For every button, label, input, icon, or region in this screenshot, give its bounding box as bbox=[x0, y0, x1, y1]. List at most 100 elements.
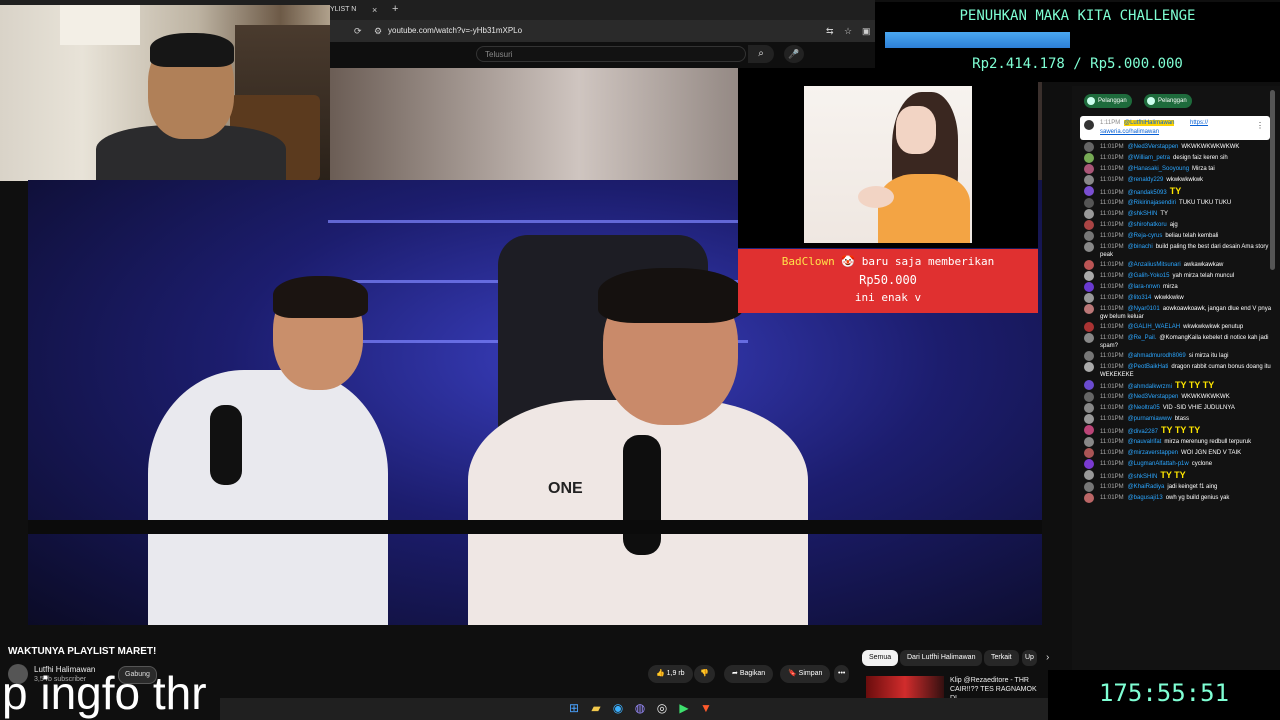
chat-message[interactable]: 11:01PM @lito314 wkwkkwkw bbox=[1072, 293, 1280, 304]
chat-username[interactable]: @Ned3Verstappen bbox=[1128, 394, 1179, 400]
chat-username[interactable]: @diva2287 bbox=[1128, 429, 1158, 435]
like-button[interactable]: 👍 1,9 rb bbox=[648, 665, 693, 683]
chat-username[interactable]: @GALIH_WAELAH bbox=[1128, 324, 1181, 330]
chat-message[interactable]: 11:01PM @William_petra design faiz keren s… bbox=[1072, 153, 1280, 164]
chat-message[interactable]: 11:01PM @Nyar0101 aowkoawkoawk, jangan dlu… bbox=[1072, 304, 1280, 322]
bookmark-star-icon[interactable]: ☆ bbox=[844, 24, 852, 38]
chat-username[interactable]: @William_petra bbox=[1128, 155, 1170, 161]
chat-username[interactable]: @shirohatkoru bbox=[1128, 222, 1167, 228]
chat-username[interactable]: @Ned3Verstappen bbox=[1128, 144, 1179, 150]
chat-time: 11:01PM bbox=[1100, 190, 1124, 196]
translate-icon[interactable]: ⇆ bbox=[826, 24, 834, 38]
filter-chip-channel[interactable]: Dari Lutfhi Halimawan bbox=[900, 650, 983, 666]
chat-message[interactable]: 11:01PM @Ned3Verstappen WKWKWKWKWK bbox=[1072, 392, 1280, 403]
search-icon[interactable]: ⌕ bbox=[748, 45, 774, 63]
chat-username[interactable]: @nandak5093 bbox=[1128, 190, 1167, 196]
chat-username[interactable]: @LugmanAlfattah-p1w bbox=[1128, 461, 1189, 467]
chat-username[interactable]: @Neoltra05 bbox=[1128, 405, 1160, 411]
chat-username[interactable]: @bagusaji13 bbox=[1128, 495, 1163, 501]
chat-username[interactable]: @Galih-Yoko15 bbox=[1128, 273, 1170, 279]
chat-message[interactable]: 11:01PM @purnamiawww btass bbox=[1072, 414, 1280, 425]
more-vert-icon[interactable]: ⋮ bbox=[1256, 121, 1264, 130]
chat-username[interactable]: @ahmadmurodh8069 bbox=[1128, 353, 1186, 359]
obs-icon[interactable]: ◎ bbox=[654, 700, 670, 716]
chat-message[interactable]: 11:01PM @bagusaji13 owh yg build genius ya… bbox=[1072, 493, 1280, 504]
chat-message[interactable]: 11:01PM @diva2287 TY TY TY bbox=[1072, 425, 1280, 437]
windows-start-icon[interactable]: ⊞ bbox=[566, 700, 582, 716]
chat-message[interactable]: 11:01PM @shkSHIN TY bbox=[1072, 209, 1280, 220]
chat-message[interactable]: 11:01PM @nandak5093 TY bbox=[1072, 186, 1280, 198]
chat-message[interactable]: 11:01PM @Neoltra05 VID -SID VHIE JUDULNYA bbox=[1072, 403, 1280, 414]
url-text[interactable]: youtube.com/watch?v=-yHb31mXPLo bbox=[388, 24, 522, 38]
chat-message[interactable]: 11:01PM @GALIH_WAELAH wkwkwkwkwk penutup bbox=[1072, 322, 1280, 333]
chat-username[interactable]: @Rikirinajasendiri bbox=[1128, 200, 1176, 206]
site-info-icon[interactable]: ⚙ bbox=[374, 24, 382, 38]
filter-chip-related[interactable]: Terkait bbox=[984, 650, 1019, 666]
chat-filter-chip[interactable]: Pelanggan bbox=[1144, 94, 1192, 108]
reload-icon[interactable]: ⟳ bbox=[354, 24, 362, 38]
chat-username[interactable]: @Reja-cyrus bbox=[1128, 233, 1163, 239]
chat-message[interactable]: 11:01PM @shkSHIN TY TY bbox=[1072, 470, 1280, 482]
edge-icon[interactable]: ◉ bbox=[610, 700, 626, 716]
chat-message[interactable]: 11:01PM @Reja-cyrus beliau telah kembali bbox=[1072, 231, 1280, 242]
chat-message[interactable]: 11:01PM @ahmdalkwrzmi TY TY TY bbox=[1072, 380, 1280, 392]
chat-message[interactable]: 11:01PM @mirzaverstappen WOI JGN END V TAI… bbox=[1072, 448, 1280, 459]
chat-username[interactable]: @Re_Pail. bbox=[1128, 335, 1157, 341]
app-icon[interactable]: ▶ bbox=[676, 700, 692, 716]
chat-username[interactable]: @renaldy229 bbox=[1128, 177, 1164, 183]
save-button[interactable]: 🔖 Simpan bbox=[780, 665, 831, 683]
chat-username[interactable]: @KhaiRadiya bbox=[1128, 484, 1165, 490]
filter-chip-upload[interactable]: Up bbox=[1022, 650, 1037, 666]
chat-message[interactable]: 11:01PM @AnzaliusMitsunari awkawkawkaw bbox=[1072, 260, 1280, 271]
chat-username[interactable]: @binachi bbox=[1128, 244, 1153, 250]
chat-message[interactable]: 11:01PM @KhaiRadiya jadi keinget f1 aing bbox=[1072, 482, 1280, 493]
chat-message[interactable]: 11:01PM @Rikirinajasendiri TUKU TUKU TUKU bbox=[1072, 198, 1280, 209]
chat-username[interactable]: @lara-nnwn bbox=[1128, 284, 1160, 290]
chat-message[interactable]: 11:01PM @nauvalrifat mirza merenung redbul… bbox=[1072, 437, 1280, 448]
extensions-icon[interactable]: ▣ bbox=[862, 24, 871, 38]
pinned-link[interactable]: https:// bbox=[1190, 120, 1208, 126]
dislike-button[interactable]: 👎 bbox=[694, 665, 715, 683]
recommended-thumbnail[interactable] bbox=[866, 676, 944, 698]
chat-message[interactable]: 11:01PM @renaldy229 wkwkwkwkwk bbox=[1072, 175, 1280, 186]
more-actions-button[interactable]: ••• bbox=[834, 665, 850, 683]
chat-username[interactable]: @Nyar0101 bbox=[1128, 306, 1160, 312]
chat-username[interactable]: @AnzaliusMitsunari bbox=[1128, 262, 1181, 268]
chat-message[interactable]: 11:01PM @PeotBaikHati dragon rabbit cuman … bbox=[1072, 362, 1280, 380]
mic-icon[interactable]: 🎤 bbox=[784, 45, 804, 63]
chat-message[interactable]: 11:01PM @Hanasaki_Sooyoung Mirza tai bbox=[1072, 164, 1280, 175]
chat-username[interactable]: @nauvalrifat bbox=[1128, 439, 1162, 445]
chat-username[interactable]: @Hanasaki_Sooyoung bbox=[1128, 166, 1189, 172]
discord-icon[interactable]: ◍ bbox=[632, 700, 648, 716]
chat-scrollbar[interactable] bbox=[1270, 90, 1275, 270]
file-explorer-icon[interactable]: ▰ bbox=[588, 700, 604, 716]
chevron-right-icon[interactable]: › bbox=[1046, 652, 1049, 663]
chat-username[interactable]: @shkSHIN bbox=[1128, 474, 1158, 480]
chat-message[interactable]: 11:01PM @binachi build paling the best dar… bbox=[1072, 242, 1280, 260]
chat-message[interactable]: 11:01PM @lara-nnwn mirza bbox=[1072, 282, 1280, 293]
chat-username[interactable]: @mirzaverstappen bbox=[1128, 450, 1178, 456]
close-tab-icon[interactable]: × bbox=[372, 2, 377, 18]
new-tab-icon[interactable]: + bbox=[392, 1, 398, 17]
browser-tab[interactable]: YLIST N bbox=[330, 2, 370, 18]
share-button[interactable]: ➦ Bagikan bbox=[724, 665, 774, 683]
chat-username[interactable]: @purnamiawww bbox=[1128, 416, 1172, 422]
chat-username[interactable]: @lito314 bbox=[1128, 295, 1152, 301]
chat-username[interactable]: @shkSHIN bbox=[1128, 211, 1158, 217]
chat-message[interactable]: 11:01PM @Galih-Yoko15 yah mirza telah munc… bbox=[1072, 271, 1280, 282]
search-input[interactable]: Telusuri bbox=[476, 46, 746, 62]
chat-filter-chip[interactable]: Pelanggan bbox=[1084, 94, 1132, 108]
chat-message[interactable]: 11:01PM @ahmadmurodh8069 si mirza itu lagi bbox=[1072, 351, 1280, 362]
pinned-user[interactable]: @LutfhiHalimawan bbox=[1124, 120, 1175, 126]
chat-message[interactable]: 11:01PM @Ned3Verstappen WKWKWKWKWKWK bbox=[1072, 142, 1280, 153]
filter-chip-all[interactable]: Semua bbox=[862, 650, 899, 666]
chat-message[interactable]: 11:01PM @shirohatkoru ajg bbox=[1072, 220, 1280, 231]
brave-icon[interactable]: ▼ bbox=[698, 700, 714, 716]
chat-message[interactable]: 11:01PM @Re_Pail. @KomangKaila kebelet di … bbox=[1072, 333, 1280, 351]
chat-username[interactable]: @ahmdalkwrzmi bbox=[1128, 384, 1172, 390]
pinned-message[interactable]: 1:11PM @LutfhiHalimawan https:// saweria… bbox=[1080, 116, 1270, 140]
left-microphone bbox=[210, 405, 242, 485]
chat-message[interactable]: 11:01PM @LugmanAlfattah-p1w cyclone bbox=[1072, 459, 1280, 470]
chat-username[interactable]: @PeotBaikHati bbox=[1128, 364, 1169, 370]
pinned-link[interactable]: saweria.co/halimawan bbox=[1100, 129, 1159, 135]
